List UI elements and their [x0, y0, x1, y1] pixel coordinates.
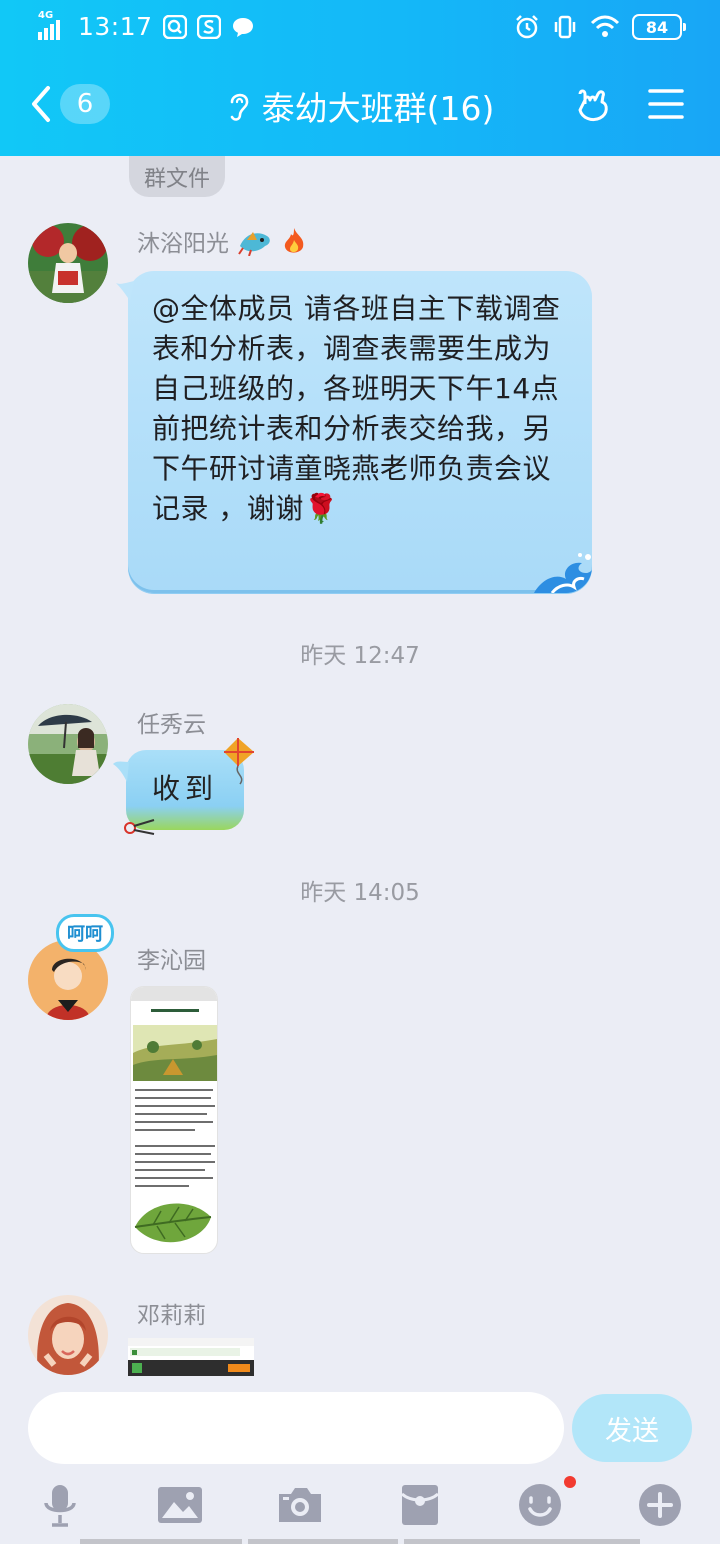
battery-level: 84 [645, 17, 669, 37]
avatar-badge: 呵呵 [56, 914, 114, 952]
nav-bar-segment [248, 1539, 398, 1544]
red-packet-button[interactable] [390, 1476, 450, 1534]
qq-browser-icon [162, 14, 187, 39]
text-line [135, 1105, 215, 1107]
timestamp: 昨天 14:05 [300, 880, 420, 906]
microphone-icon [44, 1485, 76, 1527]
input-bar: 发送 [0, 1376, 720, 1544]
scissors-decoration-icon [124, 819, 155, 835]
avatar[interactable] [28, 940, 108, 1020]
preview-banner-logo [132, 1363, 142, 1373]
avatar[interactable] [28, 223, 108, 303]
bubble-tail [116, 281, 134, 301]
preview-url-bar [130, 1348, 240, 1356]
text-line [135, 1169, 205, 1171]
notification-s-icon [196, 14, 221, 39]
text-line [135, 1129, 195, 1131]
sender-name: 李沁园 [137, 948, 206, 974]
bubble-tail [113, 761, 129, 782]
chat-area[interactable]: 群文件 沐浴阳光 @全体成员 请各班自主下载调查表和分析表，调查表需要生成为自己… [0, 156, 720, 1376]
message-sender: 任秀云 [137, 705, 206, 739]
vibrate-icon [554, 15, 576, 39]
ear-icon [230, 93, 248, 121]
image-message[interactable] [130, 986, 218, 1254]
text-line [135, 1121, 213, 1123]
message-sender: 邓莉莉 [137, 1296, 206, 1330]
send-button[interactable]: 发送 [572, 1394, 692, 1462]
message-bubble[interactable]: @全体成员 请各班自主下载调查表和分析表，调查表需要生成为自己班级的，各班明天下… [128, 271, 592, 593]
text-line [135, 1145, 215, 1147]
text-line [135, 1097, 211, 1099]
message-text: @全体成员 请各班自主下载调查表和分析表，调查表需要生成为自己班级的，各班明天下… [152, 292, 561, 525]
emoji-icon [519, 1484, 561, 1526]
text-line [135, 1161, 215, 1163]
status-bar: 4G 13:17 84 [0, 0, 720, 56]
wave-decoration-icon [534, 553, 592, 593]
notification-dot [564, 1476, 576, 1488]
dragon-badge-icon [238, 232, 270, 256]
camera-button[interactable] [270, 1476, 330, 1534]
message-sender: 李沁园 [137, 941, 206, 975]
preview-icon [132, 1350, 137, 1355]
header: 4G 13:17 84 6 泰幼大班群(16) [0, 0, 720, 156]
nav-bar-segment [80, 1539, 242, 1544]
image-header-bar [131, 987, 217, 1001]
avatar[interactable] [28, 1295, 108, 1375]
plus-icon [639, 1484, 681, 1526]
text-line [135, 1153, 211, 1155]
group-files-label[interactable]: 群文件 [129, 156, 226, 197]
image-button[interactable] [150, 1476, 210, 1534]
landscape-illustration [133, 1025, 217, 1081]
message-sender: 沐浴阳光 [137, 224, 307, 258]
more-button[interactable] [630, 1476, 690, 1534]
sender-name: 邓莉莉 [137, 1303, 206, 1329]
camera-icon [279, 1488, 321, 1522]
link-preview-message[interactable] [128, 1338, 254, 1376]
alarm-icon [516, 15, 538, 39]
red-packet-icon [401, 1485, 439, 1525]
avatar[interactable] [28, 704, 108, 784]
message-input[interactable] [28, 1392, 564, 1464]
avatar-badge-text: 呵呵 [67, 924, 103, 945]
emoji-button[interactable] [510, 1476, 570, 1534]
toolbar [0, 1476, 720, 1534]
timestamp: 昨天 12:47 [300, 643, 420, 669]
clock: 13:17 [78, 12, 153, 41]
fire-badge-icon [284, 228, 304, 253]
voice-button[interactable] [30, 1476, 90, 1534]
love-gesture-icon[interactable] [574, 84, 614, 124]
sender-name: 任秀云 [137, 712, 206, 738]
message-text: 收到 [151, 772, 218, 805]
leaf-illustration [134, 1203, 212, 1243]
nav-bar-segment [404, 1539, 640, 1544]
wifi-icon [590, 15, 620, 37]
sender-name: 沐浴阳光 [137, 231, 229, 257]
image-title-bar [151, 1009, 199, 1012]
kite-decoration-icon [224, 738, 254, 785]
text-line [135, 1177, 213, 1179]
battery-icon: 84 [632, 14, 686, 40]
text-line [135, 1113, 207, 1115]
page-title: 泰幼大班群(16) [261, 89, 495, 128]
hamburger-menu-icon[interactable] [648, 88, 684, 120]
text-line [135, 1185, 189, 1187]
preview-status-row [128, 1338, 254, 1346]
image-icon [158, 1487, 202, 1523]
preview-banner-button [228, 1364, 250, 1372]
signal-icon: 4G [38, 10, 68, 40]
message-icon [232, 17, 253, 37]
text-line [135, 1089, 213, 1091]
